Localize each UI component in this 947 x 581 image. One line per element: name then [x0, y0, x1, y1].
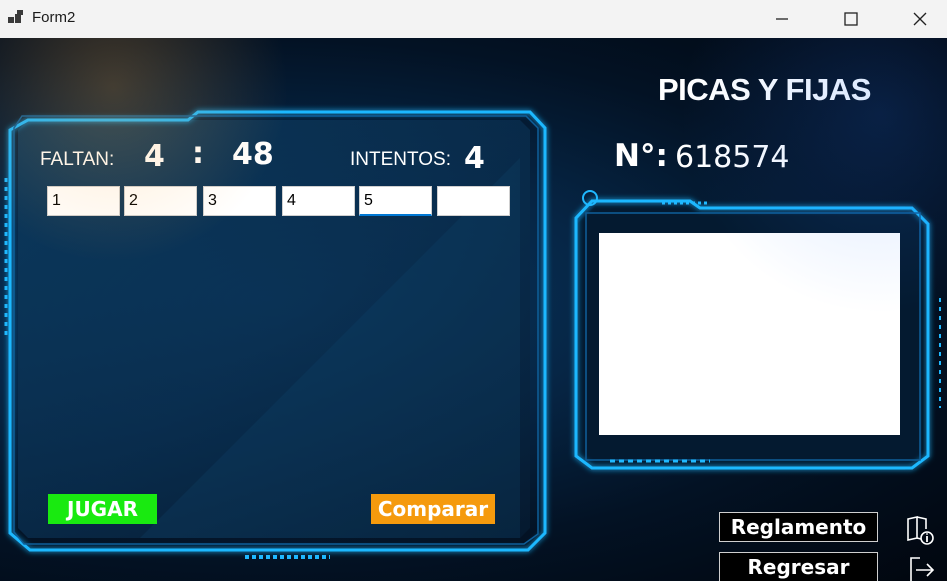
maximize-button[interactable] — [828, 0, 874, 38]
regresar-button[interactable]: Regresar — [719, 552, 878, 581]
game-area: PICAS Y FIJAS FALTAN: 4 : 48 INTENTOS: 4… — [0, 38, 947, 581]
exit-arrow-icon[interactable] — [906, 554, 936, 581]
digit-input-6[interactable] — [437, 186, 510, 216]
jugar-button[interactable]: JUGAR — [48, 494, 157, 524]
digit-input-3[interactable] — [203, 186, 276, 216]
maximize-icon — [844, 12, 858, 26]
close-icon — [913, 12, 927, 26]
close-button[interactable] — [897, 0, 943, 38]
book-info-icon[interactable] — [905, 514, 935, 546]
game-heading: PICAS Y FIJAS — [658, 72, 871, 107]
reglamento-button[interactable]: Reglamento — [719, 512, 878, 542]
comparar-button[interactable]: Comparar — [371, 494, 495, 524]
intentos-value: 4 — [464, 141, 485, 176]
window-title: Form2 — [32, 9, 76, 26]
result-list[interactable] — [599, 233, 900, 435]
digit-input-2[interactable] — [124, 186, 197, 216]
minimize-button[interactable] — [759, 0, 805, 38]
digit-input-4[interactable] — [282, 186, 355, 216]
faltan-label: FALTAN: — [40, 149, 115, 170]
timer-seconds: 48 — [232, 137, 274, 172]
digit-input-1[interactable] — [47, 186, 120, 216]
minimize-icon — [776, 18, 788, 20]
title-bar: Form2 — [0, 0, 947, 38]
digit-input-5[interactable] — [359, 186, 432, 216]
app-icon — [8, 10, 23, 23]
number-value: 618574 — [675, 140, 790, 175]
timer-separator: : — [192, 136, 204, 171]
intentos-label: INTENTOS: — [350, 149, 451, 170]
timer-minutes: 4 — [144, 139, 165, 174]
number-label: N°: — [614, 138, 668, 174]
